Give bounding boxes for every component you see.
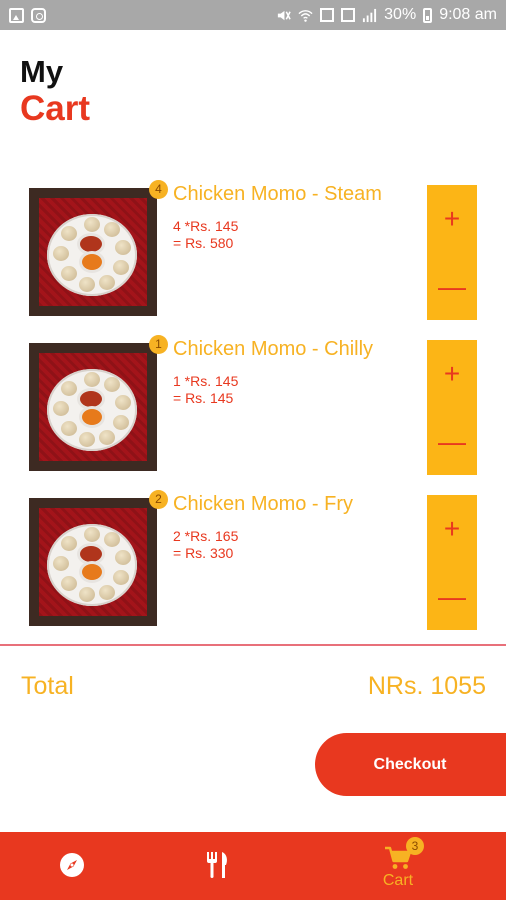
instagram-icon: [31, 7, 46, 23]
item-subtotal: = Rs. 145: [173, 390, 234, 406]
item-photo: [29, 498, 157, 626]
quantity-badge: 1: [149, 335, 168, 354]
page-title-line1: My: [20, 54, 64, 89]
battery-percent: 30%: [384, 6, 417, 23]
quantity-badge: 4: [149, 180, 168, 199]
cart-item: 2 Chicken Momo - Fry 2 *Rs. 165 = Rs. 33…: [0, 490, 506, 636]
decrease-button[interactable]: —: [427, 408, 477, 475]
item-photo: [29, 343, 157, 471]
battery-icon: [423, 7, 433, 23]
nav-cart[interactable]: 3 Cart: [328, 832, 468, 900]
cart-item: 4 Chicken Momo - Steam 4 *Rs. 145 = Rs. …: [0, 180, 506, 326]
wifi-icon: [298, 9, 313, 22]
item-subtotal: = Rs. 330: [173, 545, 234, 561]
increase-button[interactable]: +: [427, 495, 477, 562]
status-left: [9, 7, 46, 23]
nav-explore[interactable]: [2, 832, 142, 900]
item-subtotal: = Rs. 580: [173, 235, 234, 251]
status-bar: 30% 9:08 am: [0, 0, 506, 30]
mute-icon: [278, 10, 291, 20]
increase-button[interactable]: +: [427, 340, 477, 407]
quantity-stepper: + —: [427, 340, 477, 475]
compass-icon: [60, 853, 84, 877]
item-name: Chicken Momo - Fry: [173, 493, 354, 515]
status-right: 30% 9:08 am: [276, 6, 497, 24]
decrease-button[interactable]: —: [427, 563, 477, 630]
increase-button[interactable]: +: [427, 185, 477, 252]
nav-menu[interactable]: [148, 832, 288, 900]
bottom-nav: 3 Cart: [0, 832, 506, 900]
quantity-stepper: + —: [427, 495, 477, 630]
item-photo: [29, 188, 157, 316]
decrease-button[interactable]: —: [427, 253, 477, 320]
item-price-calc: 2 *Rs. 165: [173, 528, 239, 544]
fork-knife-icon: [207, 852, 227, 878]
item-name: Chicken Momo - Steam: [173, 183, 382, 205]
total-label: Total: [21, 672, 74, 700]
status-time: 9:08 am: [439, 6, 497, 23]
item-price-calc: 1 *Rs. 145: [173, 373, 239, 389]
quantity-stepper: + —: [427, 185, 477, 320]
page-title-line2: Cart: [20, 89, 91, 128]
signal-icon: [363, 8, 377, 22]
item-price-calc: 4 *Rs. 145: [173, 218, 239, 234]
sim-icon: [341, 8, 356, 22]
divider: [0, 644, 506, 646]
gallery-icon: [9, 7, 24, 23]
nfc-icon: [320, 8, 335, 22]
total-value: NRs. 1055: [367, 672, 486, 700]
cart-item: 1 Chicken Momo - Chilly 1 *Rs. 145 = Rs.…: [0, 335, 506, 481]
quantity-badge: 2: [149, 490, 168, 509]
cart-count-badge: 3: [406, 837, 424, 855]
item-name: Chicken Momo - Chilly: [173, 338, 374, 360]
nav-cart-label: Cart: [382, 872, 414, 889]
checkout-button[interactable]: Checkout: [315, 733, 506, 796]
